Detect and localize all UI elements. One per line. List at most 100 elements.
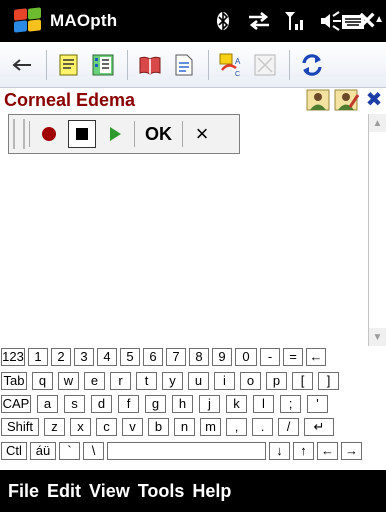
play-button[interactable]	[100, 118, 130, 150]
key[interactable]: t	[136, 372, 157, 390]
bluetooth-icon[interactable]	[208, 6, 238, 36]
close-x-icon[interactable]: ✖	[364, 89, 384, 111]
key[interactable]: d	[91, 395, 112, 413]
menu-help[interactable]: Help	[192, 481, 231, 502]
key[interactable]: \	[83, 442, 104, 460]
key[interactable]: Ctl	[1, 442, 27, 460]
key[interactable]: n	[174, 418, 195, 436]
key[interactable]: →	[341, 442, 362, 460]
key[interactable]: .	[252, 418, 273, 436]
drag-grip[interactable]	[13, 119, 25, 149]
sync-arrows-icon[interactable]	[244, 6, 274, 36]
key[interactable]: `	[59, 442, 80, 460]
refresh-icon[interactable]	[296, 49, 328, 81]
keyboard-row: Shift z x c v b n m,. / ↵	[0, 418, 386, 437]
key[interactable]: 3	[74, 348, 94, 366]
notes-icon[interactable]	[53, 49, 85, 81]
key[interactable]: CAP	[1, 395, 31, 413]
user-profile-icon[interactable]	[306, 89, 330, 111]
scroll-down-arrow-icon[interactable]: ▼	[369, 328, 386, 346]
toolbar: AC	[0, 42, 386, 88]
key[interactable]: 5	[120, 348, 140, 366]
key-space[interactable]	[107, 442, 266, 460]
key[interactable]: Shift	[1, 418, 39, 436]
list-icon[interactable]	[87, 49, 119, 81]
key[interactable]: 4	[97, 348, 117, 366]
key[interactable]: áü	[30, 442, 56, 460]
document-icon[interactable]	[168, 49, 200, 81]
key[interactable]: c	[96, 418, 117, 436]
key[interactable]: ↓	[269, 442, 290, 460]
key[interactable]: [	[292, 372, 313, 390]
key[interactable]: l	[253, 395, 274, 413]
key[interactable]: q	[32, 372, 53, 390]
keyboard-row: Ctl áü ` \ ↓ ↑ ← →	[0, 442, 386, 461]
key[interactable]: b	[148, 418, 169, 436]
key[interactable]: ↵	[304, 418, 334, 436]
key[interactable]: x	[70, 418, 91, 436]
key[interactable]: z	[44, 418, 65, 436]
key[interactable]: 6	[143, 348, 163, 366]
key[interactable]: 1	[28, 348, 48, 366]
key[interactable]: y	[162, 372, 183, 390]
key[interactable]: w	[58, 372, 79, 390]
back-icon[interactable]	[6, 49, 38, 81]
key[interactable]: 2	[51, 348, 71, 366]
keyboard-icon[interactable]	[342, 15, 364, 29]
menu-file[interactable]: File	[8, 481, 39, 502]
key[interactable]: /	[278, 418, 299, 436]
key[interactable]: 7	[166, 348, 186, 366]
keyboard-row: Tab q w e r t y u i o p []	[0, 372, 386, 391]
toolbar-separator	[289, 49, 290, 80]
menu-tools[interactable]: Tools	[138, 481, 185, 502]
media-control-bar: OK ×	[8, 114, 240, 154]
key[interactable]: h	[172, 395, 193, 413]
key[interactable]: j	[199, 395, 220, 413]
key[interactable]: 8	[189, 348, 209, 366]
key[interactable]: ;	[280, 395, 301, 413]
key[interactable]: e	[84, 372, 105, 390]
fullscreen-icon[interactable]	[249, 49, 281, 81]
record-button[interactable]	[34, 118, 64, 150]
chevron-up-icon[interactable]: ▲	[374, 14, 384, 25]
stop-button[interactable]	[68, 120, 96, 148]
key[interactable]: Tab	[1, 372, 27, 390]
key[interactable]: ←	[317, 442, 338, 460]
book-icon[interactable]	[134, 49, 166, 81]
key[interactable]: k	[226, 395, 247, 413]
key[interactable]: 123	[1, 348, 25, 366]
menu-view[interactable]: View	[89, 481, 130, 502]
key[interactable]: 0	[235, 348, 257, 366]
toolbar-separator	[127, 49, 128, 80]
abc-link-icon[interactable]: AC	[215, 49, 247, 81]
key[interactable]: 9	[212, 348, 232, 366]
toolbar-separator	[46, 49, 47, 80]
key[interactable]: ]	[318, 372, 339, 390]
key[interactable]: '	[307, 395, 328, 413]
key[interactable]: v	[122, 418, 143, 436]
vertical-scrollbar[interactable]: ▲ ▼	[368, 114, 386, 346]
user-edit-icon[interactable]	[334, 89, 360, 111]
signal-icon[interactable]	[280, 6, 310, 36]
key[interactable]: a	[37, 395, 58, 413]
key[interactable]: ←	[306, 348, 326, 366]
menu-edit[interactable]: Edit	[47, 481, 81, 502]
key[interactable]: m	[200, 418, 221, 436]
key[interactable]: i	[214, 372, 235, 390]
key[interactable]: f	[118, 395, 139, 413]
key[interactable]: -	[260, 348, 280, 366]
toolbar-separator	[208, 49, 209, 80]
key[interactable]: o	[240, 372, 261, 390]
cancel-button[interactable]: ×	[187, 118, 217, 150]
windows-start-icon[interactable]	[6, 5, 42, 37]
scroll-up-arrow-icon[interactable]: ▲	[369, 114, 386, 132]
key[interactable]: ↑	[293, 442, 314, 460]
ok-button[interactable]: OK	[139, 118, 178, 150]
key[interactable]: =	[283, 348, 303, 366]
key[interactable]: r	[110, 372, 131, 390]
key[interactable]: p	[266, 372, 287, 390]
key[interactable]: s	[64, 395, 85, 413]
key[interactable]: g	[145, 395, 166, 413]
key[interactable]: u	[188, 372, 209, 390]
key[interactable]: ,	[226, 418, 247, 436]
